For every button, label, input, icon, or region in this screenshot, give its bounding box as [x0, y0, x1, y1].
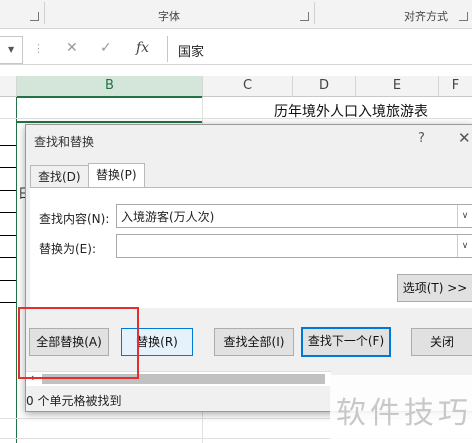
selection-edge-top — [17, 121, 202, 123]
tab-find[interactable]: 查找(D) — [30, 165, 89, 188]
close-button[interactable]: 关闭 — [411, 328, 472, 356]
highlight-box — [18, 307, 139, 379]
row-border — [0, 257, 16, 258]
formula-input[interactable]: 国家 — [167, 36, 472, 62]
row-border — [0, 235, 16, 236]
name-box[interactable]: ▼ — [0, 36, 23, 64]
chevron-down-icon[interactable]: ▼ — [8, 45, 14, 54]
cancel-icon[interactable]: ✕ — [66, 40, 78, 56]
sheet-title-cell: 历年境外人口入境旅游表 — [274, 104, 428, 120]
chevron-down-icon[interactable]: ∨ — [457, 205, 472, 227]
replace-with-input[interactable]: ∨ — [116, 234, 472, 258]
find-what-value: 入境游客(万人次) — [121, 210, 215, 224]
find-what-label: 查找内容(N): — [39, 212, 110, 226]
dialog-launcher-icon[interactable] — [30, 12, 39, 21]
column-header-e[interactable]: E — [356, 76, 439, 97]
font-dialog-launcher-icon[interactable] — [300, 12, 309, 21]
column-header-f[interactable]: F — [439, 76, 472, 97]
select-all-corner[interactable] — [0, 76, 17, 97]
find-what-input[interactable]: 入境游客(万人次) ∨ — [116, 204, 472, 228]
row-border — [0, 190, 16, 191]
tab-replace[interactable]: 替换(P) — [88, 163, 145, 188]
row-border — [0, 167, 16, 168]
close-icon[interactable]: ✕ — [458, 129, 471, 147]
dialog-title: 查找和替换 — [34, 135, 95, 149]
insert-function-icon[interactable]: fx — [136, 40, 149, 56]
alignment-dialog-launcher-icon[interactable] — [459, 12, 468, 21]
row-border — [0, 145, 16, 146]
replace-with-label: 替换为(E): — [39, 242, 96, 256]
ribbon-separator — [314, 2, 315, 24]
ribbon-group-font: 字体 — [158, 10, 180, 23]
column-header-b[interactable]: B — [17, 76, 203, 98]
column-header-c[interactable]: C — [203, 76, 293, 97]
ribbon-separator — [44, 2, 45, 24]
formula-controls: ✕ ✓ fx — [52, 36, 162, 62]
selection-edge-left — [16, 97, 17, 443]
row-border — [0, 280, 16, 281]
column-header-d[interactable]: D — [293, 76, 356, 97]
help-icon[interactable]: ? — [418, 131, 425, 146]
watermark-text: 软件技巧 — [336, 396, 472, 431]
options-button[interactable]: 选项(T) >> — [397, 274, 472, 302]
formula-value: 国家 — [178, 45, 205, 60]
row-border — [0, 212, 16, 213]
find-all-button[interactable]: 查找全部(I) — [214, 328, 294, 356]
enter-icon[interactable]: ✓ — [100, 40, 112, 56]
grip-icon: ⋮ — [33, 42, 44, 55]
chevron-down-icon[interactable]: ∨ — [457, 235, 472, 257]
ribbon-group-alignment: 对齐方式 — [404, 10, 448, 23]
ribbon-bar: 字体 对齐方式 — [0, 0, 472, 29]
row-border — [0, 302, 16, 303]
find-next-button[interactable]: 查找下一个(F) — [301, 327, 391, 357]
status-text: 0 个单元格被找到 — [26, 394, 122, 408]
